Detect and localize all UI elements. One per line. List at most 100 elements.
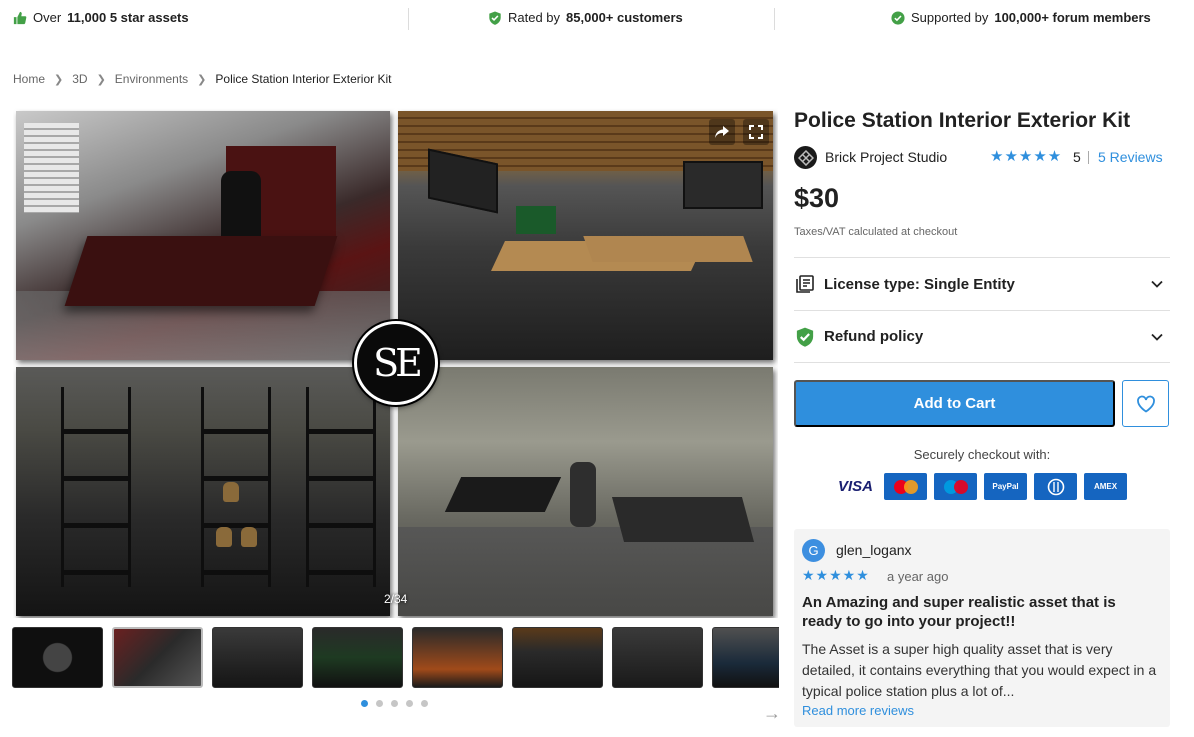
reviewer-name: glen_loganx [836, 542, 912, 558]
review-time: a year ago [887, 569, 949, 584]
refund-accordion[interactable]: Refund policy [794, 310, 1170, 363]
read-more-reviews-link[interactable]: Read more reviews [802, 703, 914, 718]
carousel-dots [361, 700, 428, 707]
trust-item-rated-prefix: Rated by [508, 10, 561, 25]
gallery-scene-cell [398, 367, 773, 616]
payment-methods: VISA PayPal AMEX [834, 473, 1127, 500]
product-title: Police Station Interior Exterior Kit [794, 109, 1131, 132]
scene-sack [216, 527, 232, 547]
thumbnail[interactable] [512, 627, 603, 688]
mastercard-icon [884, 473, 927, 500]
reviews-link[interactable]: 5 Reviews [1098, 149, 1163, 165]
visa-icon: VISA [837, 478, 873, 495]
trust-item-assets-prefix: Over [33, 10, 62, 25]
scene-chair [221, 171, 261, 241]
rating-divider [1088, 151, 1089, 164]
review-body: The Asset is a super high quality asset … [802, 641, 1157, 699]
license-label: License type: Single Entity [824, 275, 1015, 293]
scene-sack [223, 482, 239, 502]
scene-desk [64, 236, 338, 306]
scene-window [24, 123, 79, 213]
chevron-down-icon [1151, 280, 1163, 288]
publisher-avatar[interactable] [794, 146, 817, 169]
gallery-scene-storage [16, 367, 390, 616]
share-button[interactable] [709, 119, 735, 145]
paypal-icon: PayPal [984, 473, 1027, 500]
thumbnail[interactable] [612, 627, 703, 688]
thumbnail[interactable] [112, 627, 203, 688]
scene-bench [444, 477, 562, 512]
trust-item-assets: Over 11,000 5 star assets [13, 10, 189, 25]
trust-bar: Over 11,000 5 star assets Rated by 85,00… [0, 0, 1194, 38]
publisher-name[interactable]: Brick Project Studio [825, 149, 947, 165]
license-document-icon [794, 274, 815, 295]
carousel-dot[interactable] [406, 700, 413, 707]
share-icon [715, 126, 729, 138]
reviewer-avatar: G [802, 539, 825, 562]
carousel-dot[interactable] [421, 700, 428, 707]
secure-checkout-label: Securely checkout with: [913, 447, 1051, 462]
chevron-right-icon: ❯ [54, 73, 64, 86]
scene-shelf [61, 387, 131, 587]
add-to-cart-button[interactable]: Add to Cart [794, 380, 1115, 427]
check-circle-icon [891, 10, 905, 25]
shield-check-icon [489, 10, 501, 25]
review-title: An Amazing and super realistic asset tha… [802, 594, 1116, 630]
chevron-right-icon: ❯ [197, 73, 207, 86]
maestro-icon [934, 473, 977, 500]
scene-toilet [570, 462, 596, 527]
heart-icon [1136, 395, 1155, 413]
studio-logo-text: SE [373, 341, 423, 385]
trust-item-rated-bold: 85,000+ customers [566, 10, 683, 25]
gallery-scene-office [16, 111, 390, 360]
chevron-down-icon [1151, 333, 1163, 341]
breadcrumb-3d[interactable]: 3D [72, 72, 87, 86]
thumbnail[interactable] [12, 627, 103, 688]
wishlist-button[interactable] [1122, 380, 1169, 427]
license-accordion[interactable]: License type: Single Entity [794, 257, 1170, 310]
shield-check-icon [794, 326, 815, 347]
review-card: G glen_loganx ★★★★★ a year ago An Amazin… [794, 529, 1170, 727]
trust-divider [408, 8, 409, 30]
trust-item-supported-prefix: Supported by [911, 10, 989, 25]
trust-item-assets-bold: 11,000 5 star assets [67, 10, 189, 25]
image-counter: 2/34 [384, 592, 408, 606]
price: $30 [794, 183, 840, 213]
product-panel: Police Station Interior Exterior Kit Bri… [794, 108, 1170, 727]
thumbnail[interactable] [712, 627, 779, 688]
carousel-dot[interactable] [361, 700, 368, 707]
diners-club-icon [1034, 473, 1077, 500]
thumbnail[interactable] [312, 627, 403, 688]
breadcrumb-home[interactable]: Home [13, 72, 45, 86]
review-stars: ★★★★★ [802, 567, 870, 583]
scene-shelf [306, 387, 376, 587]
publisher-row: Brick Project Studio ★★★★★ 5 5 Reviews [794, 146, 1170, 169]
chevron-right-icon: ❯ [96, 73, 106, 86]
breadcrumb-environments[interactable]: Environments [115, 72, 188, 86]
arrow-right-icon[interactable]: → [763, 704, 781, 722]
trust-item-rated: Rated by 85,000+ customers [488, 10, 683, 25]
thumbnail-strip [12, 627, 779, 689]
trust-item-supported-bold: 100,000+ forum members [994, 10, 1151, 25]
main-image-gallery[interactable]: SE 2/34 [13, 108, 778, 618]
scene-bed [611, 497, 755, 542]
gallery-scene-briefing-room [398, 111, 773, 360]
rating-score: 5 [1073, 149, 1081, 165]
thumbs-up-icon [13, 11, 27, 24]
amex-icon: AMEX [1084, 473, 1127, 500]
thumbnail[interactable] [412, 627, 503, 688]
studio-logo: SE [354, 321, 438, 405]
fullscreen-icon [749, 125, 763, 139]
carousel-dot[interactable] [391, 700, 398, 707]
carousel-dot[interactable] [376, 700, 383, 707]
refund-label: Refund policy [824, 328, 924, 345]
fullscreen-button[interactable] [743, 119, 769, 145]
rating-stars: ★★★★★ [990, 148, 1063, 165]
breadcrumb: Home ❯ 3D ❯ Environments ❯ Police Statio… [13, 72, 391, 86]
scene-sack [241, 527, 257, 547]
publisher-logo-icon [797, 149, 814, 166]
breadcrumb-current: Police Station Interior Exterior Kit [215, 72, 392, 86]
trust-divider [774, 8, 775, 30]
scene-screen [516, 206, 556, 234]
thumbnail[interactable] [212, 627, 303, 688]
